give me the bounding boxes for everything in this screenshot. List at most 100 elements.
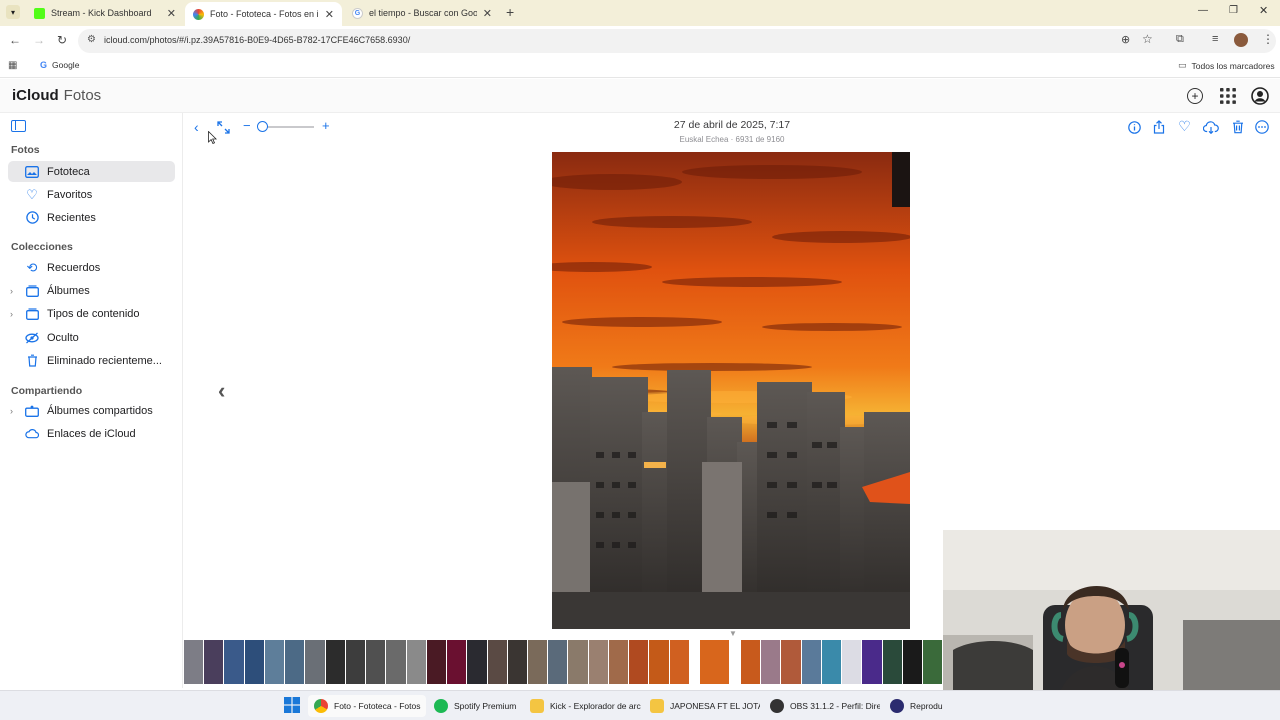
share-icon[interactable]	[1152, 119, 1166, 134]
sidebar-item-recientes[interactable]: Recientes	[8, 207, 175, 228]
filmstrip-thumb[interactable]	[527, 640, 548, 684]
taskbar-chrome[interactable]: Foto - Fototeca - Fotos	[308, 695, 426, 717]
taskbar-media-player[interactable]: Reprodu	[890, 695, 944, 717]
fit-expand-icon[interactable]	[216, 120, 230, 134]
minimize-button[interactable]: —	[1198, 5, 1208, 16]
filmstrip-thumb[interactable]	[781, 640, 801, 684]
filmstrip-thumb[interactable]	[204, 640, 224, 684]
chevron-right-icon[interactable]: ›	[10, 309, 13, 319]
tab-kick-dashboard[interactable]: Stream - Kick Dashboard ✕	[26, 2, 184, 24]
sidebar-item-eliminado[interactable]: Eliminado recienteme...	[8, 350, 175, 371]
filmstrip-thumb[interactable]	[842, 640, 862, 684]
url-text[interactable]: icloud.com/photos/#/i.pz.39A57816-B0E9-4…	[104, 35, 410, 45]
tab-search-icon[interactable]: ▾	[6, 5, 20, 19]
back-to-library-icon[interactable]: ‹	[194, 119, 199, 135]
filmstrip-thumb[interactable]	[406, 640, 426, 684]
delete-trash-icon[interactable]	[1231, 119, 1244, 134]
reload-button[interactable]: ↻	[57, 33, 67, 47]
sidebar-item-recuerdos[interactable]: ⟲ Recuerdos	[8, 257, 175, 278]
filmstrip-thumb[interactable]	[244, 640, 264, 684]
zoom-out-button[interactable]: −	[243, 118, 251, 133]
site-info-icon[interactable]: ⚙	[87, 34, 96, 45]
tab-icloud-photos[interactable]: Foto - Fototeca - Fotos en iClou ✕	[185, 2, 342, 26]
sidebar-item-tipos-de-contenido[interactable]: › Tipos de contenido	[8, 303, 175, 324]
sidebar-item-favoritos[interactable]: ♡ Favoritos	[8, 184, 175, 205]
taskbar-explorer-japonesa[interactable]: JAPONESA FT EL JOTA -	[650, 695, 760, 717]
app-launcher-icon[interactable]	[1219, 87, 1237, 105]
add-icon[interactable]: +	[1187, 88, 1203, 104]
filmstrip-thumb[interactable]	[426, 640, 447, 684]
filmstrip-thumb[interactable]	[902, 640, 923, 684]
previous-photo-arrow-icon[interactable]: ‹	[218, 378, 225, 404]
url-box[interactable]: ⚙ icloud.com/photos/#/i.pz.39A57816-B0E9…	[78, 29, 1276, 53]
filmstrip-thumb[interactable]	[386, 640, 406, 684]
close-tab-icon[interactable]: ✕	[167, 7, 176, 20]
bookmark-star-icon[interactable]: ☆	[1142, 32, 1153, 46]
filmstrip-thumb[interactable]	[608, 640, 629, 684]
window-close-button[interactable]: ✕	[1259, 4, 1268, 17]
filmstrip-thumb[interactable]	[740, 640, 761, 684]
new-tab-button[interactable]: +	[506, 4, 514, 20]
zoom-slider-thumb[interactable]	[257, 121, 268, 132]
filmstrip-thumb[interactable]	[224, 640, 244, 684]
filmstrip-thumb[interactable]	[669, 640, 689, 684]
tab-google-search[interactable]: G el tiempo - Buscar con Google ✕	[344, 2, 500, 24]
filmstrip-thumb[interactable]	[487, 640, 507, 684]
filmstrip-thumb[interactable]	[629, 640, 649, 684]
sidebar-item-fototeca[interactable]: Fototeca	[8, 161, 175, 182]
filmstrip-thumb[interactable]	[184, 640, 204, 684]
zoom-icon[interactable]: ⊕	[1121, 33, 1130, 46]
filmstrip-thumb[interactable]	[507, 640, 527, 684]
sidebar-item-albumes-compartidos[interactable]: › Álbumes compartidos	[8, 400, 175, 421]
media-controls-icon[interactable]: ≡	[1212, 33, 1218, 45]
filmstrip-thumb[interactable]	[821, 640, 842, 684]
taskbar-explorer-kick[interactable]: Kick - Explorador de arc	[530, 695, 642, 717]
chevron-right-icon[interactable]: ›	[10, 406, 13, 416]
filmstrip-thumb[interactable]	[345, 640, 366, 684]
browser-menu-icon[interactable]: ⋮	[1262, 32, 1274, 46]
all-bookmarks-folder[interactable]: ▭ Todos los marcadores	[1178, 60, 1275, 71]
filmstrip-thumb[interactable]	[366, 640, 386, 684]
filmstrip-thumb[interactable]	[588, 640, 608, 684]
filmstrip-thumb[interactable]	[305, 640, 325, 684]
filmstrip-thumb[interactable]	[568, 640, 588, 684]
filmstrip-thumb[interactable]	[325, 640, 345, 684]
filmstrip-thumb[interactable]	[548, 640, 568, 684]
filmstrip-thumb[interactable]	[801, 640, 821, 684]
filmstrip-thumb[interactable]	[447, 640, 467, 684]
info-icon[interactable]	[1127, 120, 1141, 134]
extensions-icon[interactable]: ⧉	[1176, 33, 1184, 46]
zoom-in-button[interactable]: +	[322, 118, 330, 133]
main-photo-sunset-city[interactable]	[552, 152, 910, 629]
back-button[interactable]: ←	[9, 33, 21, 47]
filmstrip-thumb[interactable]	[467, 640, 487, 684]
filmstrip-thumb[interactable]	[264, 640, 285, 684]
restore-button[interactable]: ❐	[1229, 5, 1238, 16]
filmstrip-thumb[interactable]	[285, 640, 305, 684]
close-tab-icon[interactable]: ✕	[483, 7, 492, 20]
taskbar-spotify[interactable]: Spotify Premium	[434, 695, 524, 717]
filmstrip-thumb-selected[interactable]	[700, 640, 730, 684]
filmstrip-thumb[interactable]	[649, 640, 669, 684]
filmstrip-thumb[interactable]	[761, 640, 781, 684]
download-icon[interactable]	[1203, 120, 1219, 134]
bookmark-google[interactable]: G Google	[40, 60, 79, 70]
close-tab-icon[interactable]: ✕	[325, 8, 334, 21]
icloud-logo[interactable]: iCloud Fotos	[11, 87, 101, 104]
filmstrip-thumb[interactable]	[862, 640, 882, 684]
favorite-heart-icon[interactable]: ♡	[1177, 118, 1192, 134]
toggle-sidebar-icon[interactable]	[11, 120, 26, 132]
profile-avatar-icon[interactable]	[1234, 33, 1248, 47]
forward-button[interactable]: →	[33, 33, 45, 47]
apps-grid-icon[interactable]: ▦	[8, 60, 17, 71]
sidebar-item-albumes[interactable]: › Álbumes	[8, 280, 175, 301]
windows-start-icon[interactable]	[284, 697, 300, 713]
filmstrip-thumb[interactable]	[882, 640, 902, 684]
filmstrip-thumb[interactable]	[923, 640, 942, 684]
sidebar-item-oculto[interactable]: Oculto	[8, 327, 175, 348]
sidebar-item-enlaces-icloud[interactable]: Enlaces de iCloud	[8, 423, 175, 444]
more-options-icon[interactable]	[1255, 120, 1269, 134]
chevron-right-icon[interactable]: ›	[10, 286, 13, 296]
taskbar-obs[interactable]: OBS 31.1.2 - Perfil: Direct	[770, 695, 880, 717]
account-icon[interactable]	[1251, 87, 1269, 105]
